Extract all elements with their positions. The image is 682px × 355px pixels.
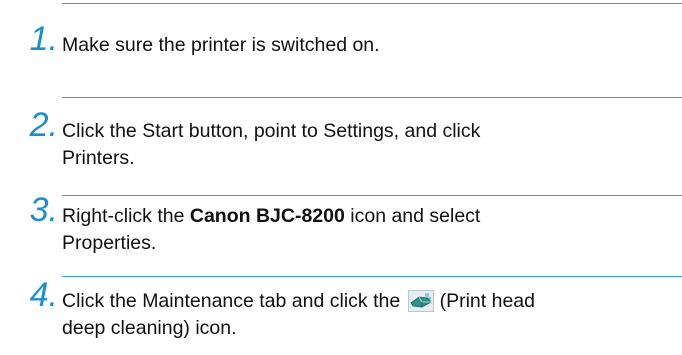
printer-name: Canon BJC-8200 xyxy=(189,205,345,227)
step-text-prefix: Click the Maintenance tab and click the xyxy=(62,290,401,312)
step-text: Right-click the Canon BJC-8200 icon and … xyxy=(62,203,672,257)
step-text-line: Properties. xyxy=(62,232,157,254)
divider-1 xyxy=(62,97,682,98)
step-text-suffix: icon and select xyxy=(344,205,481,227)
step-number: 1. xyxy=(29,20,58,58)
step-text-prefix: Right-click the xyxy=(62,205,190,227)
step-text: Click the Start button, point to Setting… xyxy=(62,118,672,172)
step-number: 3. xyxy=(29,191,58,229)
print-head-deep-cleaning-icon xyxy=(407,290,434,312)
step-text-line: deep cleaning) icon. xyxy=(62,317,237,339)
step-text-suffix: (Print head xyxy=(439,290,535,312)
step-text-line: Click the Start button, point to Setting… xyxy=(62,120,481,142)
top-divider xyxy=(62,3,682,4)
divider-3 xyxy=(62,276,682,277)
step-text-line: Make sure the printer is switched on. xyxy=(62,34,380,56)
step-number: 4. xyxy=(29,276,58,314)
step-text: Make sure the printer is switched on. xyxy=(62,32,672,59)
divider-2 xyxy=(62,195,682,196)
step-text-line: Printers. xyxy=(62,147,135,169)
step-number: 2. xyxy=(29,106,58,144)
step-text: Click the Maintenance tab and click the … xyxy=(62,288,672,342)
